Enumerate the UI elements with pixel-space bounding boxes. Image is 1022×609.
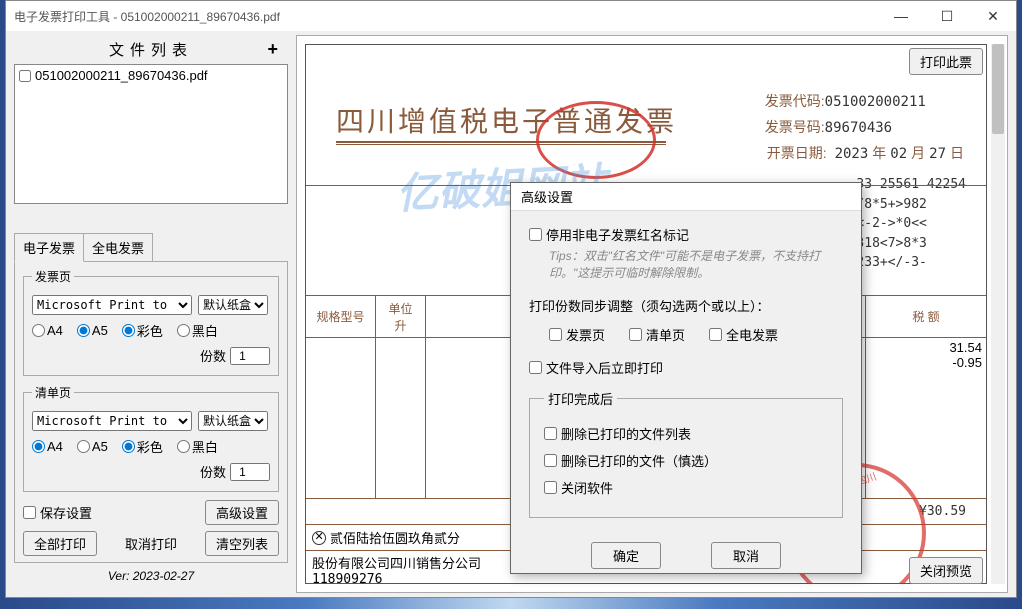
tab-full[interactable]: 全电发票 (84, 233, 153, 262)
after-legend: 打印完成后 (544, 389, 617, 408)
after-del-file-checkbox[interactable]: 删除已打印的文件（慎选） (544, 451, 828, 470)
invoice-copies-label: 份数 (200, 346, 226, 365)
file-name: 051002000211_89670436.pdf (35, 68, 208, 83)
after-close-checkbox[interactable]: 关闭软件 (544, 478, 828, 497)
sync-full-checkbox[interactable]: 全电发票 (709, 325, 778, 344)
invoice-printer-select[interactable]: Microsoft Print to PDF (32, 295, 192, 315)
print-on-import-checkbox[interactable]: 文件导入后立即打印 (529, 358, 843, 377)
add-file-button[interactable]: + (267, 39, 284, 60)
sync-list-checkbox[interactable]: 清单页 (629, 325, 685, 344)
list-tray-select[interactable]: 默认纸盒 (198, 411, 268, 431)
dialog-ok-button[interactable]: 确定 (591, 542, 661, 569)
print-this-button[interactable]: 打印此票 (909, 48, 983, 75)
col-unit: 单位升 (376, 296, 426, 337)
invoice-bw-radio[interactable]: 黑白 (177, 321, 218, 340)
save-settings-checkbox[interactable]: 保存设置 (23, 503, 92, 522)
filelist-header: 文件列表 (109, 39, 193, 60)
list-copies-input[interactable] (230, 463, 270, 481)
clear-list-button[interactable]: 清空列表 (205, 531, 279, 556)
col-spec: 规格型号 (306, 296, 376, 337)
close-button[interactable]: ✕ (970, 1, 1016, 31)
maximize-button[interactable]: ☐ (924, 1, 970, 31)
list-legend: 清单页 (32, 384, 74, 401)
invoice-tray-select[interactable]: 默认纸盒 (198, 295, 268, 315)
advanced-settings-button[interactable]: 高级设置 (205, 500, 279, 525)
invoice-legend: 发票页 (32, 268, 74, 285)
invoice-copies-input[interactable] (230, 347, 270, 365)
col-tax: 税 额 (866, 296, 986, 337)
list-a4-radio[interactable]: A4 (32, 439, 63, 454)
list-copies-label: 份数 (200, 462, 226, 481)
invoice-color-radio[interactable]: 彩色 (122, 321, 163, 340)
after-del-list-checkbox[interactable]: 删除已打印的文件列表 (544, 424, 828, 443)
sync-invoice-checkbox[interactable]: 发票页 (549, 325, 605, 344)
close-preview-button[interactable]: 关闭预览 (909, 557, 983, 584)
window-title: 电子发票打印工具 - 051002000211_89670436.pdf (14, 8, 280, 25)
sidebar: 文件列表 + 051002000211_89670436.pdf 电子发票 全电… (6, 31, 296, 597)
tab-electronic[interactable]: 电子发票 (14, 233, 84, 262)
print-all-button[interactable]: 全部打印 (23, 531, 97, 556)
list-color-radio[interactable]: 彩色 (122, 437, 163, 456)
cross-circle-icon (312, 531, 326, 545)
disable-red-checkbox[interactable]: 停用非电子发票红名标记 (529, 225, 843, 244)
list-page-group: 清单页 Microsoft Print to PDF 默认纸盒 A4 A5 彩色… (23, 384, 279, 492)
dialog-title: 高级设置 (511, 183, 861, 211)
after-print-group: 打印完成后 删除已打印的文件列表 删除已打印的文件（慎选） 关闭软件 (529, 389, 843, 518)
dialog-cancel-button[interactable]: 取消 (711, 542, 781, 569)
list-a5-radio[interactable]: A5 (77, 439, 108, 454)
version-label: Ver: 2023-02-27 (14, 569, 288, 583)
file-checkbox[interactable] (19, 70, 31, 82)
file-list[interactable]: 051002000211_89670436.pdf (14, 64, 288, 204)
invoice-a5-radio[interactable]: A5 (77, 323, 108, 338)
invoice-info: 发票代码:051002000211 发票号码:89670436 开票日期: 20… (765, 91, 966, 169)
list-item[interactable]: 051002000211_89670436.pdf (17, 67, 285, 84)
cancel-print-button[interactable]: 取消打印 (115, 531, 187, 556)
preview-scrollbar[interactable] (991, 44, 1005, 584)
dialog-tips: Tips：双击"红名文件"可能不是电子发票，不支持打印。"这提示可临时解除限制。 (549, 248, 843, 282)
list-bw-radio[interactable]: 黑白 (177, 437, 218, 456)
minimize-button[interactable]: — (878, 1, 924, 31)
list-printer-select[interactable]: Microsoft Print to PDF (32, 411, 192, 431)
sync-label: 打印份数同步调整（须勾选两个或以上）： (529, 296, 843, 315)
invoice-page-group: 发票页 Microsoft Print to PDF 默认纸盒 A4 A5 彩色… (23, 268, 279, 376)
advanced-settings-dialog: 高级设置 停用非电子发票红名标记 Tips：双击"红名文件"可能不是电子发票，不… (510, 182, 862, 574)
titlebar: 电子发票打印工具 - 051002000211_89670436.pdf — ☐… (6, 1, 1016, 31)
tab-panel: 发票页 Microsoft Print to PDF 默认纸盒 A4 A5 彩色… (14, 261, 288, 563)
invoice-a4-radio[interactable]: A4 (32, 323, 63, 338)
